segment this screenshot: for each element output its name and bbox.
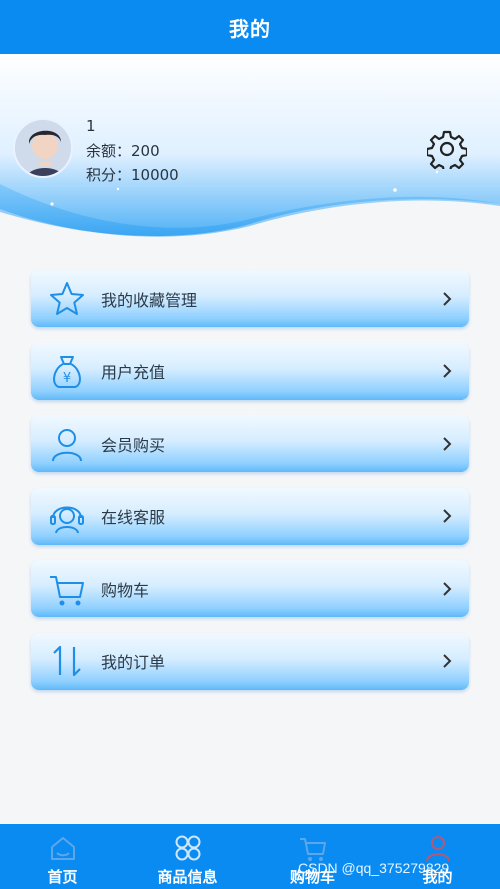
- menu-label: 购物车: [101, 580, 150, 600]
- points-text: 积分：10000: [86, 166, 179, 184]
- chevron-right-icon: [441, 653, 453, 669]
- cart-icon: [45, 567, 89, 611]
- money-bag-icon: ¥: [45, 349, 89, 393]
- user-name: 1: [86, 117, 96, 135]
- nav-item-me[interactable]: 我的: [375, 824, 500, 889]
- menu-item-recharge[interactable]: ¥ 用户充值: [31, 342, 469, 400]
- profile-header: 1 余额：200 积分：10000: [0, 54, 500, 244]
- bottom-nav: 首页 商品信息 购物车 我的: [0, 824, 500, 889]
- menu-item-favorites[interactable]: 我的收藏管理: [31, 270, 469, 327]
- watermark: CSDN @qq_375279829: [298, 860, 450, 876]
- sort-arrows-icon: [45, 639, 89, 683]
- menu-item-orders[interactable]: 我的订单: [31, 632, 469, 690]
- menu-label: 我的收藏管理: [101, 290, 198, 310]
- balance-text: 余额：200: [86, 141, 160, 160]
- gear-icon: [427, 130, 467, 169]
- headset-icon: [45, 494, 89, 538]
- menu-item-cart[interactable]: 购物车: [31, 560, 469, 617]
- grid-icon: [172, 832, 204, 864]
- page-title: 我的: [229, 16, 271, 41]
- chevron-right-icon: [441, 581, 453, 597]
- menu-label: 用户充值: [101, 363, 166, 382]
- user-info: 1 余额：200 积分：10000: [86, 114, 179, 188]
- nav-item-cart[interactable]: 购物车: [250, 824, 375, 889]
- chevron-right-icon: [441, 291, 453, 307]
- chevron-right-icon: [441, 508, 453, 524]
- star-icon: [45, 277, 89, 321]
- chevron-right-icon: [441, 436, 453, 452]
- menu-list: 我的收藏管理 ¥ 用户充值 会员购买 在线客服 购物车 我的订单: [31, 270, 469, 705]
- menu-item-membership[interactable]: 会员购买: [31, 415, 469, 472]
- user-icon: [45, 422, 89, 466]
- nav-item-products[interactable]: 商品信息: [125, 824, 250, 889]
- chevron-right-icon: [441, 363, 453, 379]
- top-bar: 我的: [0, 0, 500, 54]
- nav-label: 商品信息: [157, 868, 218, 886]
- menu-label: 在线客服: [101, 508, 166, 527]
- menu-item-customer-service[interactable]: 在线客服: [31, 487, 469, 545]
- svg-text:¥: ¥: [63, 371, 71, 386]
- menu-label: 我的订单: [101, 653, 166, 672]
- home-icon: [47, 832, 79, 864]
- settings-gear-button[interactable]: [426, 128, 468, 170]
- wave-background: [0, 54, 500, 244]
- avatar[interactable]: [13, 118, 73, 178]
- nav-label: 首页: [47, 868, 78, 886]
- nav-item-home[interactable]: 首页: [0, 824, 125, 889]
- menu-label: 会员购买: [101, 435, 166, 455]
